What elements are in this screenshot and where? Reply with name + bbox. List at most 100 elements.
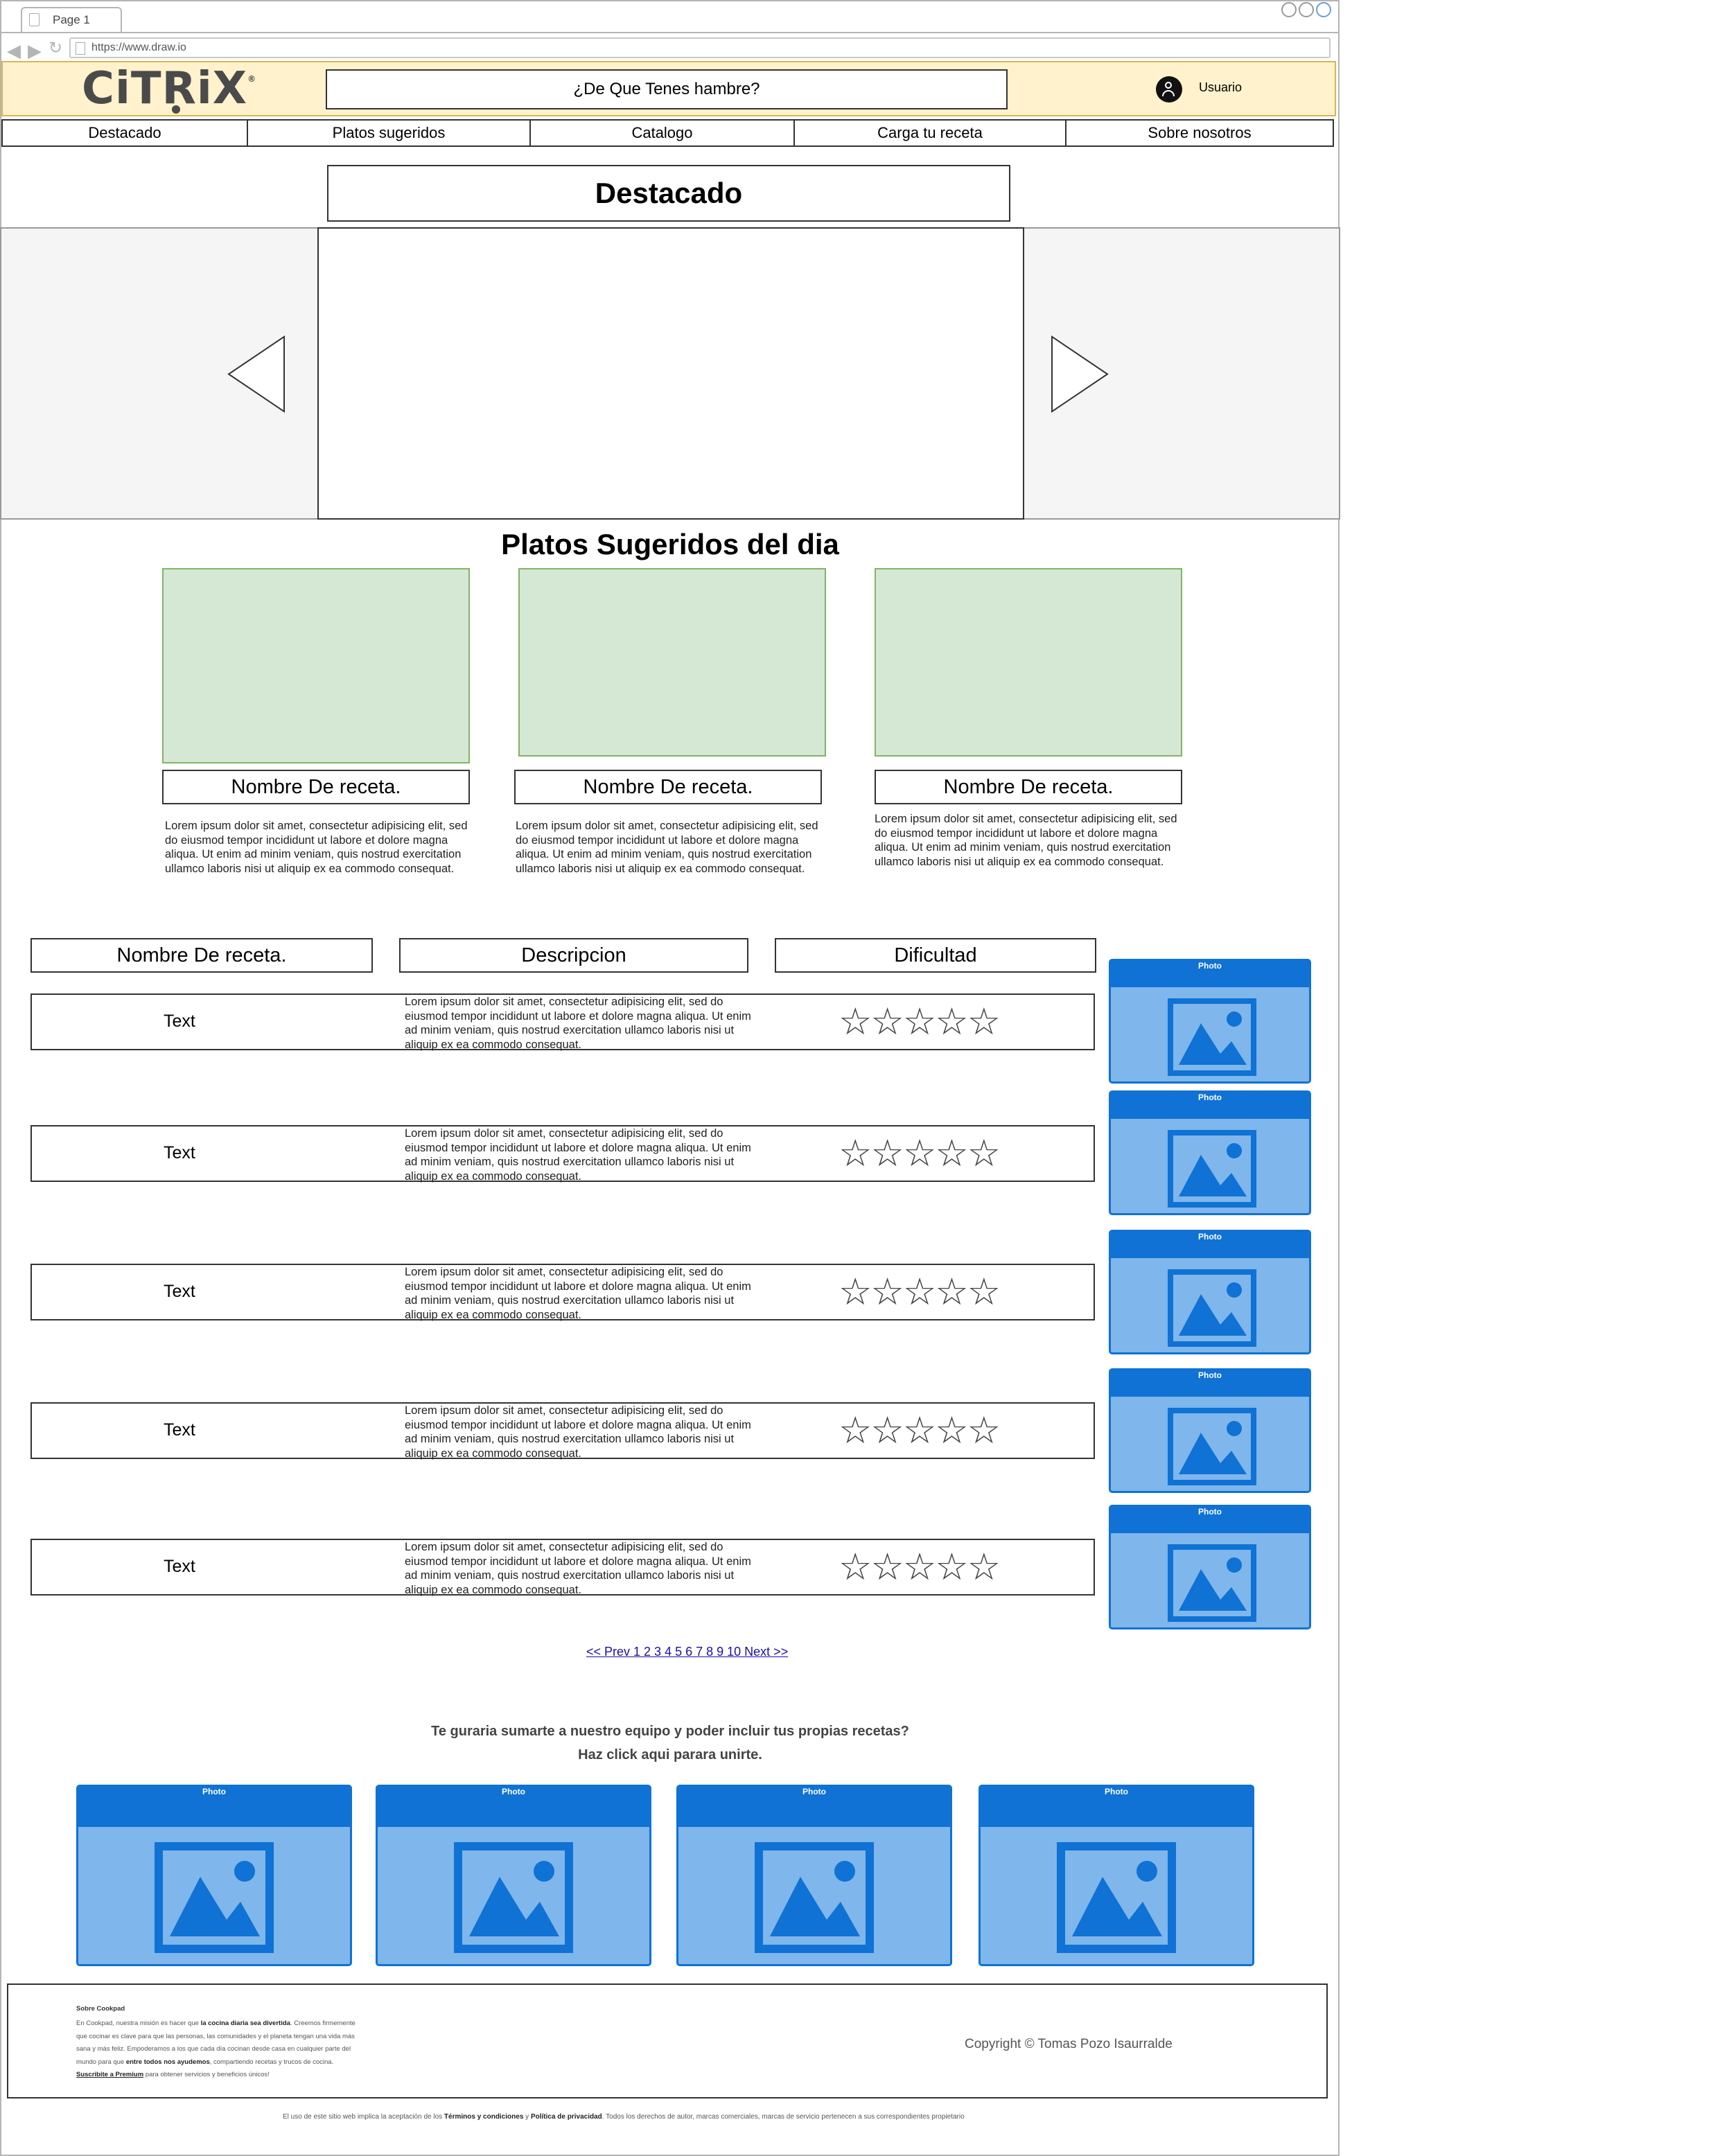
recipe-description: Lorem ipsum dolor sit amet, consectetur … [405,1127,751,1183]
recipe-description: Lorem ipsum dolor sit amet, consectetur … [405,1266,751,1321]
star-rating-icon[interactable]: ☆☆☆☆☆ [839,1133,1001,1174]
user-label[interactable]: Usuario [1199,80,1242,95]
maximize-icon[interactable] [1299,2,1314,17]
join-photo[interactable]: Photo [676,1785,952,1966]
dish-name[interactable]: Nombre De receta. [162,770,470,804]
url-text: https://www.draw.io [91,42,186,53]
about-line: Suscribite a Premium para obtener servic… [76,2069,437,2082]
logo-text: CiTRiX [82,63,248,114]
terms-link[interactable]: Términos y condiciones [444,2113,523,2121]
join-photo[interactable]: Photo [978,1785,1254,1966]
image-placeholder-icon [1168,1130,1256,1208]
table-row[interactable]: Text Lorem ipsum dolor sit amet, consect… [30,1539,1095,1596]
minimize-icon[interactable] [1281,2,1297,17]
dish-description: Lorem ipsum dolor sit amet, consectetur … [875,813,1177,868]
star-rating-icon[interactable]: ☆☆☆☆☆ [839,1411,1001,1451]
legal-fragment: . Todos los derechos de autor, marcas co… [602,2113,965,2121]
tab-sobre-nosotros[interactable]: Sobre nosotros [1065,119,1334,147]
back-icon[interactable]: ◀ [7,42,21,60]
about-fragment: . Creemos firmemente [290,2020,356,2027]
table-row[interactable]: Text Lorem ipsum dolor sit amet, consect… [30,1125,1095,1183]
cta-join-link[interactable]: Haz click aqui parara unirte. [326,1747,1015,1763]
image-placeholder-icon [1168,1269,1256,1347]
user-head-shape [1165,82,1172,89]
dish-image[interactable] [518,568,826,757]
dish-name[interactable]: Nombre De receta. [875,770,1182,804]
forward-icon[interactable]: ▶ [28,42,42,60]
address-bar[interactable]: https://www.draw.io [69,37,1331,58]
image-placeholder-icon [454,1842,573,1953]
recipe-name: Text [164,1011,195,1031]
copyright: Copyright © Tomas Pozo Isaurralde [965,2037,1173,2051]
dish-image[interactable] [162,568,470,763]
star-rating-icon[interactable]: ☆☆☆☆☆ [839,1272,1001,1312]
recipe-photo[interactable]: Photo [1109,1090,1311,1215]
photo-label: Photo [1111,1232,1309,1258]
recipe-photo[interactable]: Photo [1109,1368,1311,1493]
image-placeholder-icon [1168,998,1256,1076]
column-header-name: Nombre De receta. [30,938,373,973]
about-emphasis: la cocina diaria sea divertida [200,2020,290,2027]
table-row[interactable]: Text Lorem ipsum dolor sit amet, consect… [30,993,1095,1051]
photo-label: Photo [678,1787,950,1827]
tab-destacado[interactable]: Destacado [1,119,248,147]
dish-description: Lorem ipsum dolor sit amet, consectetur … [165,820,468,875]
image-placeholder-icon [155,1842,274,1953]
star-rating-icon[interactable]: ☆☆☆☆☆ [839,1002,1001,1042]
page-icon [76,42,85,55]
tab-carga-tu-receta[interactable]: Carga tu receta [793,119,1067,147]
premium-link[interactable]: Suscribite a Premium [76,2071,143,2078]
dish-name[interactable]: Nombre De receta. [514,770,822,804]
recipe-description: Lorem ipsum dolor sit amet, consectetur … [405,1404,751,1460]
tab-title: Page 1 [53,13,90,26]
photo-label: Photo [78,1787,350,1827]
photo-label: Photo [1111,1093,1309,1119]
logo[interactable]: CiTRiX® [82,61,256,116]
user-icon[interactable] [1156,76,1182,103]
page-icon [29,13,40,26]
about-fragment: para obtener servicios y beneficios únic… [143,2071,270,2078]
recipe-photo[interactable]: Photo [1109,1505,1311,1629]
photo-label: Photo [1111,1507,1309,1533]
user-body-shape [1162,90,1175,96]
photo-label: Photo [1111,961,1309,987]
photo-label: Photo [1111,1370,1309,1397]
recipe-photo[interactable]: Photo [1109,959,1311,1084]
column-header-difficulty: Dificultad [775,938,1096,973]
column-header-description: Descripcion [399,938,748,973]
browser-tab[interactable]: Page 1 [21,7,122,32]
about-text: En Cookpad, nuestra misión es hacer que … [76,2017,437,2082]
tab-platos-sugeridos[interactable]: Platos sugeridos [247,119,531,147]
table-row[interactable]: Text Lorem ipsum dolor sit amet, consect… [30,1264,1095,1321]
photo-label: Photo [981,1787,1252,1827]
about-line: que cocinar es clave para que las person… [76,2032,355,2040]
privacy-link[interactable]: Política de privacidad [531,2113,602,2121]
about-line: sana y más feliz. Empoderamos a los que … [76,2045,351,2053]
tab-strip-divider [0,32,1340,33]
star-rating-icon[interactable]: ☆☆☆☆☆ [839,1547,1001,1587]
image-placeholder-icon [1057,1842,1176,1953]
table-row[interactable]: Text Lorem ipsum dolor sit amet, consect… [30,1402,1095,1460]
pagination[interactable]: << Prev 1 2 3 4 5 6 7 8 9 10 Next >> [586,1645,788,1659]
join-photo[interactable]: Photo [376,1785,651,1966]
reload-icon[interactable]: ↻ [49,40,62,57]
cta-line-1: Te guraria sumarte a nuestro equipo y po… [431,1724,909,1739]
close-icon[interactable] [1316,2,1331,17]
featured-title: Destacado [327,165,1010,222]
image-placeholder-icon [1168,1408,1256,1485]
featured-slide[interactable] [317,227,1024,520]
triangle-right-icon[interactable] [1051,335,1109,413]
recipe-photo[interactable]: Photo [1109,1230,1311,1354]
dish-image[interactable] [875,568,1182,757]
recipe-description: Lorem ipsum dolor sit amet, consectetur … [405,1541,751,1596]
triangle-left-icon[interactable] [227,335,286,413]
dish-description: Lorem ipsum dolor sit amet, consectetur … [516,820,818,875]
recipe-name: Text [164,1420,195,1440]
image-placeholder-icon [755,1842,874,1953]
photo-label: Photo [378,1787,649,1827]
recipe-name: Text [164,1282,195,1301]
tab-catalogo[interactable]: Catalogo [529,119,795,147]
join-photo[interactable]: Photo [76,1785,352,1966]
about-emphasis: entre todos nos ayudemos [125,2058,210,2066]
search-input[interactable]: ¿De Que Tenes hambre? [326,69,1008,109]
